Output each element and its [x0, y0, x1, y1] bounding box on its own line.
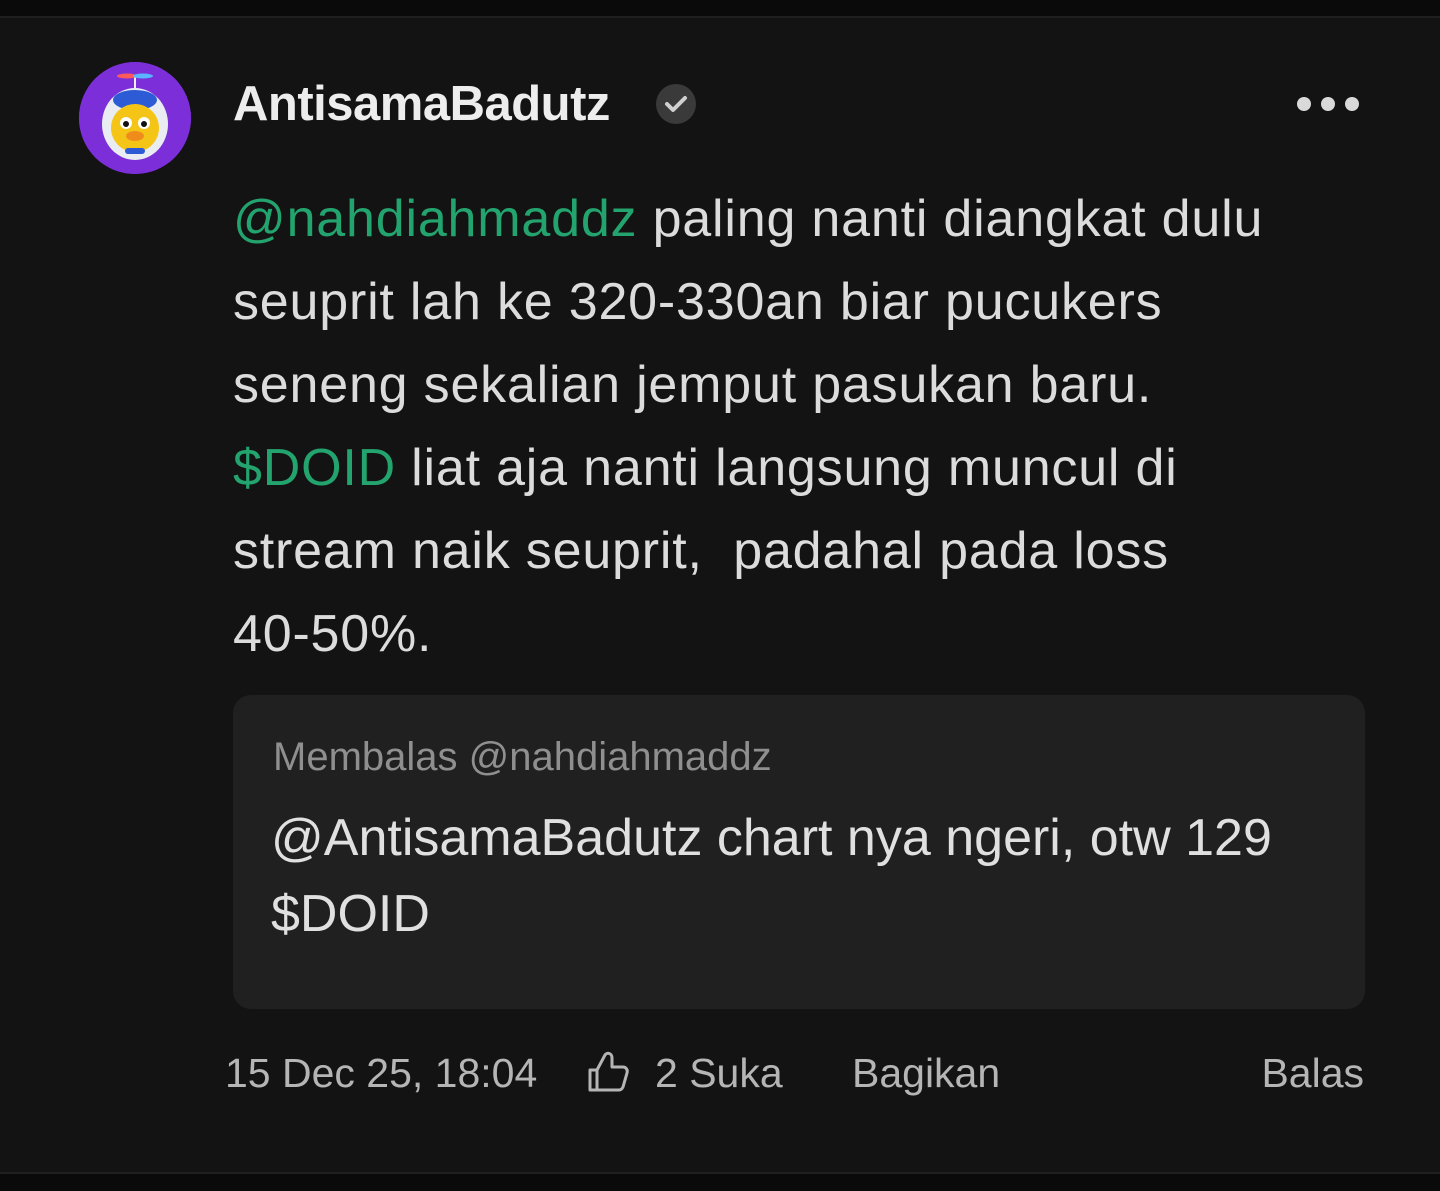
- quoted-text: @AntisamaBadutz chart nya ngeri, otw 129…: [271, 800, 1341, 952]
- more-dots-icon: [1297, 97, 1359, 111]
- verified-badge-icon: [656, 84, 696, 124]
- post-body: @nahdiahmaddz paling nanti diangkat dulu…: [233, 178, 1383, 676]
- ticker-link[interactable]: $DOID: [233, 439, 396, 497]
- post-text: seuprit lah ke 320-330an biar pucukers: [233, 273, 1163, 331]
- author-username[interactable]: AntisamaBadutz: [233, 76, 610, 132]
- quoted-line: $DOID: [271, 885, 430, 943]
- post-line: @nahdiahmaddz paling nanti diangkat dulu: [233, 178, 1383, 261]
- quoted-reply[interactable]: Membalas @nahdiahmaddz @AntisamaBadutz c…: [233, 695, 1365, 1009]
- post-card: AntisamaBadutz @nahdiahmaddz paling nant…: [0, 16, 1440, 1174]
- like-count-button[interactable]: 2 Suka: [655, 1045, 783, 1101]
- share-button[interactable]: Bagikan: [852, 1045, 1000, 1101]
- post-line: stream naik seuprit, padahal pada loss: [233, 510, 1383, 593]
- thumbs-up-icon[interactable]: [586, 1050, 630, 1094]
- post-timestamp: 15 Dec 25, 18:04: [225, 1050, 538, 1096]
- post-text: stream naik seuprit, padahal pada loss: [233, 522, 1169, 580]
- mention-link[interactable]: @nahdiahmaddz: [233, 190, 637, 248]
- post-line: seneng sekalian jemput pasukan baru.: [233, 344, 1383, 427]
- reply-to-label: Membalas @nahdiahmaddz: [273, 735, 772, 779]
- post-text: seneng sekalian jemput pasukan baru.: [233, 356, 1153, 414]
- reply-button[interactable]: Balas: [1261, 1045, 1364, 1101]
- post-text: paling nanti diangkat dulu: [637, 190, 1264, 248]
- more-options-button[interactable]: [1292, 84, 1370, 124]
- post-line: 40-50%.: [233, 593, 1383, 676]
- duck-helmet-avatar-icon: [79, 62, 191, 174]
- post-line: $DOID liat aja nanti langsung muncul di: [233, 427, 1383, 510]
- quoted-line: @AntisamaBadutz chart nya ngeri, otw 129: [271, 809, 1272, 867]
- post-text: 40-50%.: [233, 605, 433, 663]
- author-avatar[interactable]: [79, 62, 191, 174]
- post-line: seuprit lah ke 320-330an biar pucukers: [233, 261, 1383, 344]
- post-text: liat aja nanti langsung muncul di: [395, 439, 1178, 497]
